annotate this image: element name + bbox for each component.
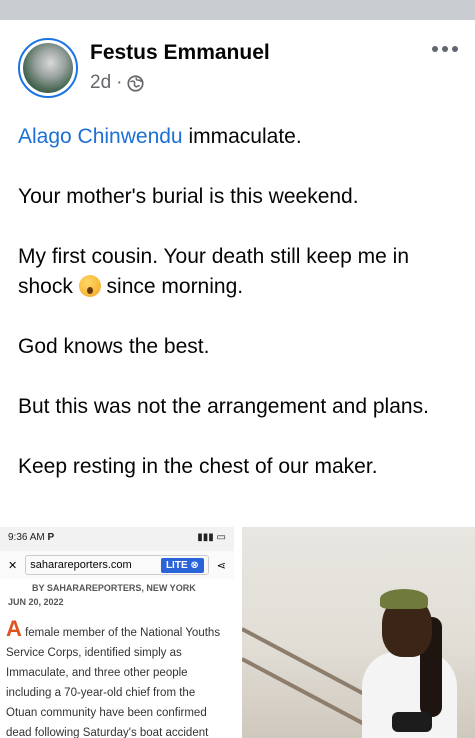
article-text: A female member of the National Youths S… <box>0 611 234 738</box>
avatar-image <box>23 43 73 93</box>
photo-portrait[interactable] <box>242 527 475 738</box>
url-field: saharareporters.com LITE ⊗ <box>25 555 209 575</box>
post-header: Festus Emmanuel 2d · <box>18 38 458 100</box>
post-text: Alago Chinwendu immaculate. Your mother'… <box>18 122 458 512</box>
feed-divider <box>0 0 475 20</box>
shocked-face-emoji <box>78 275 101 297</box>
photo-news-screenshot[interactable]: 9:36 AM P ▮▮▮ ▭ ✕ saharareporters.com LI… <box>0 527 238 738</box>
post-line-3b: since morning. <box>100 275 244 298</box>
author-name[interactable]: Festus Emmanuel <box>90 41 270 65</box>
person-bag <box>392 712 432 732</box>
stair-rail <box>242 627 367 697</box>
status-time: 9:36 AM <box>8 532 45 543</box>
post-line-6: Keep resting in the chest of our maker. <box>18 455 378 478</box>
mention-link[interactable]: Alago Chinwendu <box>18 125 183 148</box>
url-text: saharareporters.com <box>30 559 132 571</box>
close-icon: ✕ <box>8 559 18 572</box>
post-line-4: God knows the best. <box>18 335 210 358</box>
phone-status-bar: 9:36 AM P ▮▮▮ ▭ <box>0 527 234 551</box>
post-line-5: But this was not the arrangement and pla… <box>18 395 429 418</box>
post-line-1: immaculate. <box>182 125 302 148</box>
signal-icon: ▮▮▮ ▭ <box>197 532 226 543</box>
post-line-2: Your mother's burial is this weekend. <box>18 185 359 208</box>
article-body: female member of the National Youths Ser… <box>6 627 221 738</box>
status-letter: P <box>47 532 55 543</box>
post-time[interactable]: 2d <box>90 72 111 94</box>
post-meta: 2d · <box>90 72 145 94</box>
browser-url-bar: ✕ saharareporters.com LITE ⊗ ⋖ <box>0 551 234 579</box>
meta-separator: · <box>116 72 123 93</box>
avatar[interactable] <box>18 38 78 98</box>
more-options-icon[interactable] <box>432 44 458 54</box>
article-byline: BY SAHARAREPORTERS, NEW YORK <box>32 583 196 593</box>
lite-badge: LITE ⊗ <box>160 557 204 573</box>
globe-icon <box>127 74 145 92</box>
share-icon: ⋖ <box>216 559 226 572</box>
article-date: JUN 20, 2022 <box>8 597 64 607</box>
person-cap <box>380 589 428 609</box>
article-dropcap: A <box>6 616 22 641</box>
